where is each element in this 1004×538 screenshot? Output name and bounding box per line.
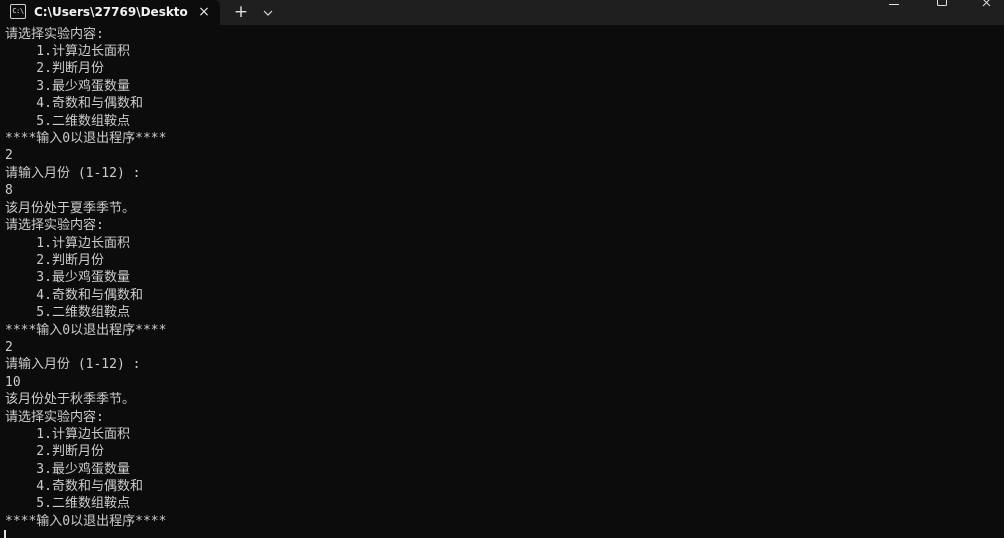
console-line: 5.二维数组鞍点 [5, 496, 130, 511]
title-bar: C:\ C:\Users\27769\Desktop\worl × + [0, 0, 1004, 25]
console-line: 2.判断月份 [5, 61, 104, 76]
console-line: 4.奇数和与偶数和 [5, 479, 143, 494]
console-line: 请输入月份 (1-12) : [5, 166, 141, 181]
console-line: ****输入0以退出程序**** [5, 514, 167, 529]
console-line: 请输入月份 (1-12) : [5, 357, 141, 372]
maximize-button[interactable] [918, 0, 964, 25]
close-window-button[interactable] [965, 0, 1004, 25]
console-line: 2.判断月份 [5, 444, 104, 459]
close-tab-icon[interactable]: × [194, 2, 214, 22]
console-line: ****输入0以退出程序**** [5, 323, 167, 338]
terminal-window: C:\ C:\Users\27769\Desktop\worl × + 请选择实… [0, 0, 1004, 538]
minimize-button[interactable] [871, 0, 917, 25]
console-line: 1.计算边长面积 [5, 44, 130, 59]
console-line: 3.最少鸡蛋数量 [5, 462, 130, 477]
console-line: 3.最少鸡蛋数量 [5, 79, 130, 94]
console-line: ****输入0以退出程序**** [5, 131, 167, 146]
console-line: 请选择实验内容: [5, 218, 104, 233]
terminal-output[interactable]: 请选择实验内容: 1.计算边长面积 2.判断月份 3.最少鸡蛋数量 4.奇数和与… [0, 25, 1004, 538]
console-line: 2.判断月份 [5, 253, 104, 268]
console-line: 2 [5, 148, 13, 163]
console-line: 请选择实验内容: [5, 27, 104, 42]
console-line: 该月份处于秋季季节。 [5, 392, 136, 407]
console-line: 5.二维数组鞍点 [5, 114, 130, 129]
console-line: 该月份处于夏季季节。 [5, 201, 136, 216]
console-line: 10 [5, 375, 21, 390]
terminal-tab[interactable]: C:\ C:\Users\27769\Desktop\worl × [0, 0, 220, 25]
tab-title: C:\Users\27769\Desktop\worl [34, 5, 188, 19]
console-line: 4.奇数和与偶数和 [5, 288, 143, 303]
console-line: 1.计算边长面积 [5, 236, 130, 251]
console-line: 2 [5, 340, 13, 355]
console-line: 1.计算边长面积 [5, 427, 130, 442]
console-line: 3.最少鸡蛋数量 [5, 270, 130, 285]
console-line: 8 [5, 183, 13, 198]
text-cursor [4, 530, 6, 538]
new-tab-button[interactable]: + [231, 2, 251, 22]
command-prompt-icon: C:\ [10, 4, 26, 19]
console-line: 4.奇数和与偶数和 [5, 96, 143, 111]
console-line: 5.二维数组鞍点 [5, 305, 130, 320]
console-line: 请选择实验内容: [5, 410, 104, 425]
chevron-down-icon[interactable] [258, 3, 278, 23]
